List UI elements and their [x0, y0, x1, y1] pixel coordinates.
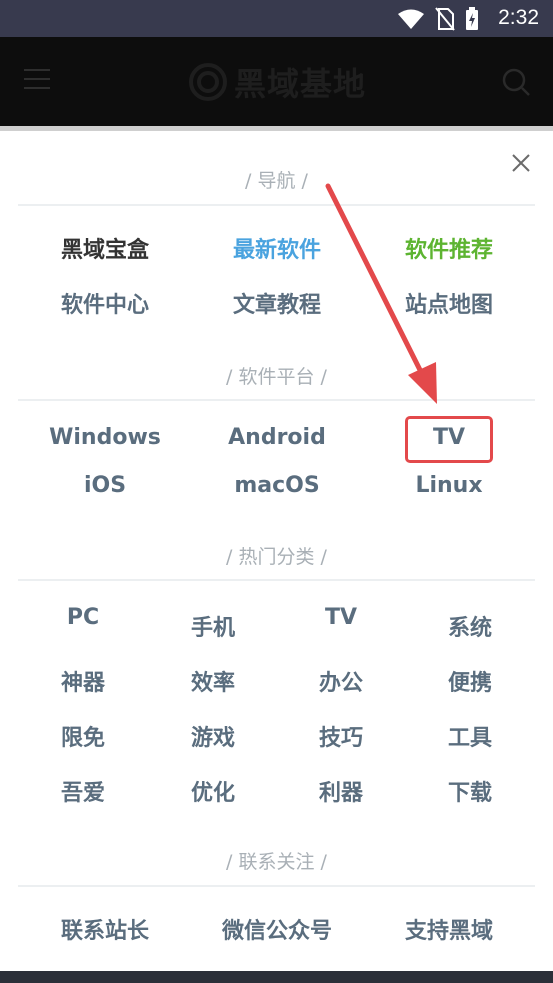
category-item[interactable]: 下载 — [405, 775, 535, 807]
logo-text: 黑域基地 — [234, 66, 367, 102]
nav-panel: / 导航 / 黑域宝盒 最新软件 软件推荐 软件中心 文章教程 站点地图 / 软… — [0, 131, 553, 971]
platform-ios[interactable]: iOS — [25, 473, 185, 498]
contact-section-title: / 联系关注 / — [226, 851, 327, 873]
system-taskbar — [0, 971, 553, 983]
category-item[interactable]: 系统 — [405, 610, 535, 642]
section-divider — [18, 885, 535, 887]
category-section-title: / 热门分类 / — [226, 546, 327, 568]
status-bar: 2:32 — [0, 0, 553, 37]
status-icons — [397, 7, 479, 31]
nav-item-tutorials[interactable]: 文章教程 — [197, 287, 357, 319]
contact-webmaster-link[interactable]: 联系站长 — [25, 913, 185, 945]
support-heiyu-link[interactable]: 支持黑域 — [369, 913, 529, 945]
nav-section-title: / 导航 / — [245, 170, 308, 192]
category-item[interactable]: 工具 — [405, 720, 535, 752]
category-item[interactable]: 限免 — [18, 720, 148, 752]
nav-item-latest-software[interactable]: 最新软件 — [197, 232, 357, 264]
category-item[interactable]: 游戏 — [148, 720, 278, 752]
category-item[interactable]: 利器 — [276, 775, 406, 807]
battery-charging-icon — [466, 7, 478, 30]
category-item[interactable]: TV — [276, 605, 406, 630]
category-item[interactable]: 便携 — [405, 665, 535, 697]
category-item[interactable]: 神器 — [18, 665, 148, 697]
platform-section-title: / 软件平台 / — [226, 366, 327, 388]
section-divider — [18, 579, 535, 581]
platform-windows[interactable]: Windows — [25, 425, 185, 450]
search-icon[interactable] — [501, 67, 531, 97]
category-item[interactable]: 办公 — [276, 665, 406, 697]
logo-swirl-icon — [189, 63, 227, 101]
category-item[interactable]: PC — [18, 605, 148, 630]
platform-android[interactable]: Android — [197, 425, 357, 450]
section-divider — [18, 204, 535, 206]
category-item[interactable]: 吾爱 — [18, 775, 148, 807]
tv-highlight-box — [405, 416, 493, 463]
category-item[interactable]: 效率 — [148, 665, 278, 697]
section-divider — [18, 399, 535, 401]
nav-item-recommended[interactable]: 软件推荐 — [369, 232, 529, 264]
nav-item-software-center[interactable]: 软件中心 — [25, 287, 185, 319]
site-logo[interactable]: 黑域基地 — [188, 59, 366, 105]
nav-item-heiyu-box[interactable]: 黑域宝盒 — [25, 232, 185, 264]
platform-macos[interactable]: macOS — [197, 473, 357, 498]
wechat-account-link[interactable]: 微信公众号 — [197, 913, 357, 945]
nav-item-sitemap[interactable]: 站点地图 — [369, 287, 529, 319]
menu-icon[interactable] — [24, 69, 50, 91]
app-header: 黑域基地 — [0, 37, 553, 126]
status-time: 2:32 — [498, 6, 539, 29]
category-item[interactable]: 优化 — [148, 775, 278, 807]
wifi-icon — [398, 9, 424, 29]
no-sim-icon — [435, 7, 455, 31]
category-item[interactable]: 手机 — [148, 610, 278, 642]
category-item[interactable]: 技巧 — [276, 720, 406, 752]
platform-linux[interactable]: Linux — [369, 473, 529, 498]
